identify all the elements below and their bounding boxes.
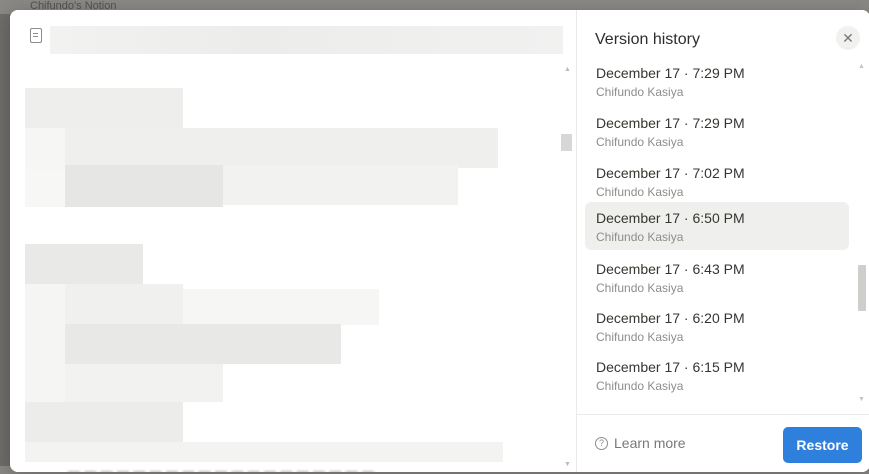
blurred-text-line: — — — — — — — — — — — — — — — — — — — (68, 464, 375, 472)
version-author: Chifundo Kasiya (596, 281, 684, 295)
version-history-modal: — — — — — — — — — — — — — — — — — — — ▲ … (10, 10, 869, 472)
version-author: Chifundo Kasiya (596, 85, 684, 99)
close-button[interactable]: ✕ (836, 26, 860, 50)
preview-header (10, 10, 576, 56)
version-date: December 17 · 6:50 PM (596, 210, 745, 226)
version-date: December 17 · 7:02 PM (596, 165, 745, 181)
page-title-blurred (50, 26, 563, 54)
page-icon (30, 28, 42, 43)
version-date: December 17 · 7:29 PM (596, 65, 745, 81)
version-item[interactable]: December 17 · 7:29 PM Chifundo Kasiya (585, 58, 849, 105)
version-author: Chifundo Kasiya (596, 185, 684, 199)
learn-more-label: Learn more (614, 435, 686, 451)
learn-more-link[interactable]: ? Learn more (595, 435, 686, 451)
version-item[interactable]: December 17 · 6:43 PM Chifundo Kasiya (585, 253, 849, 301)
page-preview: — — — — — — — — — — — — — — — — — — — ▲ … (10, 10, 576, 472)
preview-scrollbar[interactable]: ▲ ▼ (559, 58, 575, 472)
version-author: Chifundo Kasiya (596, 230, 684, 244)
panel-footer: ? Learn more Restore (577, 414, 869, 472)
preview-scroll-thumb[interactable] (561, 134, 572, 151)
panel-title: Version history (595, 31, 700, 48)
close-icon: ✕ (842, 30, 854, 46)
restore-button[interactable]: Restore (783, 427, 862, 463)
version-date: December 17 · 6:43 PM (596, 261, 745, 277)
version-date: December 17 · 6:20 PM (596, 310, 745, 326)
version-history-panel: Version history ✕ December 17 · 7:29 PM … (576, 10, 869, 472)
scroll-down-icon[interactable]: ▼ (858, 396, 865, 403)
scroll-down-icon[interactable]: ▼ (564, 461, 571, 468)
scroll-up-icon[interactable]: ▲ (564, 66, 571, 73)
version-item[interactable]: December 17 · 7:02 PM Chifundo Kasiya (585, 157, 849, 205)
version-item[interactable]: December 17 · 6:20 PM Chifundo Kasiya (585, 302, 849, 350)
version-author: Chifundo Kasiya (596, 135, 684, 149)
version-date: December 17 · 7:29 PM (596, 115, 745, 131)
version-list: December 17 · 7:29 PM Chifundo Kasiya De… (577, 58, 869, 413)
version-item[interactable]: December 17 · 6:15 PM Chifundo Kasiya (585, 351, 849, 399)
version-item[interactable]: December 17 · 7:29 PM Chifundo Kasiya (585, 107, 849, 155)
scroll-up-icon[interactable]: ▲ (858, 63, 865, 70)
version-author: Chifundo Kasiya (596, 330, 684, 344)
help-circle-icon: ? (595, 436, 608, 450)
version-author: Chifundo Kasiya (596, 379, 684, 393)
version-list-scroll-thumb[interactable] (858, 265, 866, 311)
version-date: December 17 · 6:15 PM (596, 359, 745, 375)
version-item-selected[interactable]: December 17 · 6:50 PM Chifundo Kasiya (585, 202, 849, 250)
